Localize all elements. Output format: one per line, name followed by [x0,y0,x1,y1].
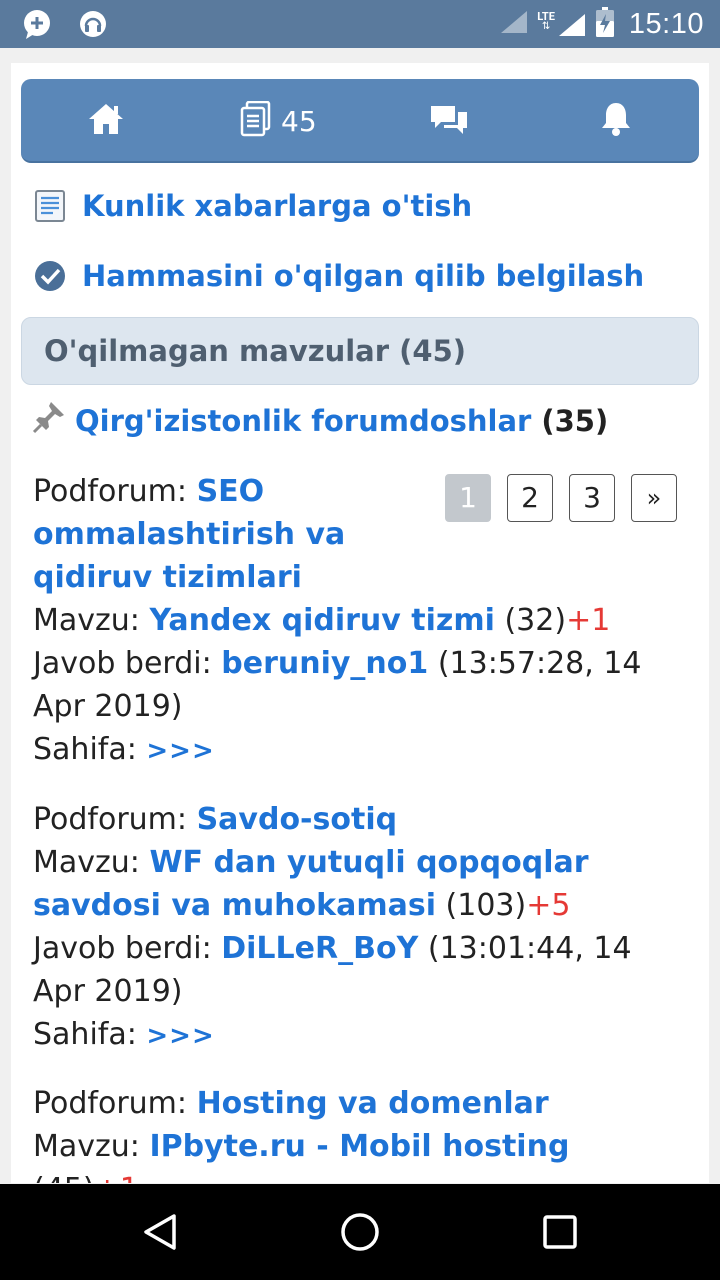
topic-link[interactable]: IPbyte.ru - Mobil hosting [149,1129,569,1164]
last-page-link[interactable]: >>> [146,736,214,766]
reply-label: Javob berdi: [33,931,222,966]
author-link[interactable]: beruniy_no1 [221,646,428,681]
topic-item: Podforum: SEO ommalashtirish va qidiruv … [33,470,683,773]
reply-label: Javob berdi: [33,646,222,681]
topic-item: Podforum: Savdo-sotiq Mavzu: WF dan yutu… [33,798,683,1058]
lte-signal-icon: LTE ⇅ [537,11,587,38]
nav-unread-button[interactable]: 45 [239,79,317,163]
chat-plus-icon [20,7,54,41]
reply-count: (45) [33,1172,95,1183]
unread-topics-header: O'qilmagan mavzular (45) [21,317,699,385]
documents-icon [239,100,273,141]
nav-messages-button[interactable] [429,79,469,163]
daily-messages-label: Kunlik xabarlarga o'tish [82,189,473,223]
daily-messages-link[interactable]: Kunlik xabarlarga o'tish [33,189,472,223]
podforum-label: Podforum: [33,474,197,509]
pin-icon [31,399,67,442]
network-label: LTE [537,9,555,23]
page-label: Sahifa: [33,732,147,767]
recents-icon[interactable] [536,1208,584,1256]
new-count: +1 [95,1172,139,1183]
messages-icon [429,103,469,139]
pinned-topic-count: (35) [541,403,609,438]
home-icon [87,102,125,140]
unread-count: 45 [281,104,317,138]
topic-label: Mavzu: [33,845,150,880]
nav-notifications-button[interactable] [599,79,633,163]
clock: 15:10 [628,7,704,40]
topic-link[interactable]: Yandex qidiruv tizmi [149,603,494,638]
author-link[interactable]: DiLLeR_BoY [221,931,418,966]
battery-icon [595,7,615,41]
home-circle-icon[interactable] [336,1208,384,1256]
mark-all-read-link[interactable]: Hammasini o'qilgan qilib belgilash [33,259,644,293]
system-nav-bar [0,1184,720,1280]
bell-icon [599,100,633,142]
topic-label: Mavzu: [33,1129,150,1164]
podforum-label: Podforum: [33,802,197,837]
signal-icon [499,9,529,39]
nav-home-button[interactable] [87,79,125,163]
check-circle-icon [33,259,67,293]
podforum-link[interactable]: Hosting va domenlar [197,1086,549,1121]
headset-icon [76,7,110,41]
forum-page: 45 Kunlik xabarlarga o'tish Hammasini o'… [11,63,709,1183]
page-label: Sahifa: [33,1017,147,1052]
pinned-topic: Qirg'izistonlik forumdoshlar (35) [31,399,608,442]
pinned-topic-link[interactable]: Qirg'izistonlik forumdoshlar [75,404,531,438]
newspaper-icon [33,189,67,223]
podforum-link[interactable]: Savdo-sotiq [197,802,398,837]
reply-count: (32) [504,603,567,638]
last-page-link[interactable]: >>> [146,1021,214,1051]
back-icon[interactable] [136,1208,184,1256]
reply-count: (103) [445,888,527,923]
top-nav-bar: 45 [21,79,699,163]
topic-label: Mavzu: [33,603,150,638]
status-bar: LTE ⇅ 15:10 [0,0,720,48]
podforum-label: Podforum: [33,1086,197,1121]
topic-item: Podforum: Hosting va domenlar Mavzu: IPb… [33,1082,683,1183]
mark-all-read-label: Hammasini o'qilgan qilib belgilash [82,259,645,293]
new-count: +5 [526,888,571,923]
new-count: +1 [566,603,611,638]
